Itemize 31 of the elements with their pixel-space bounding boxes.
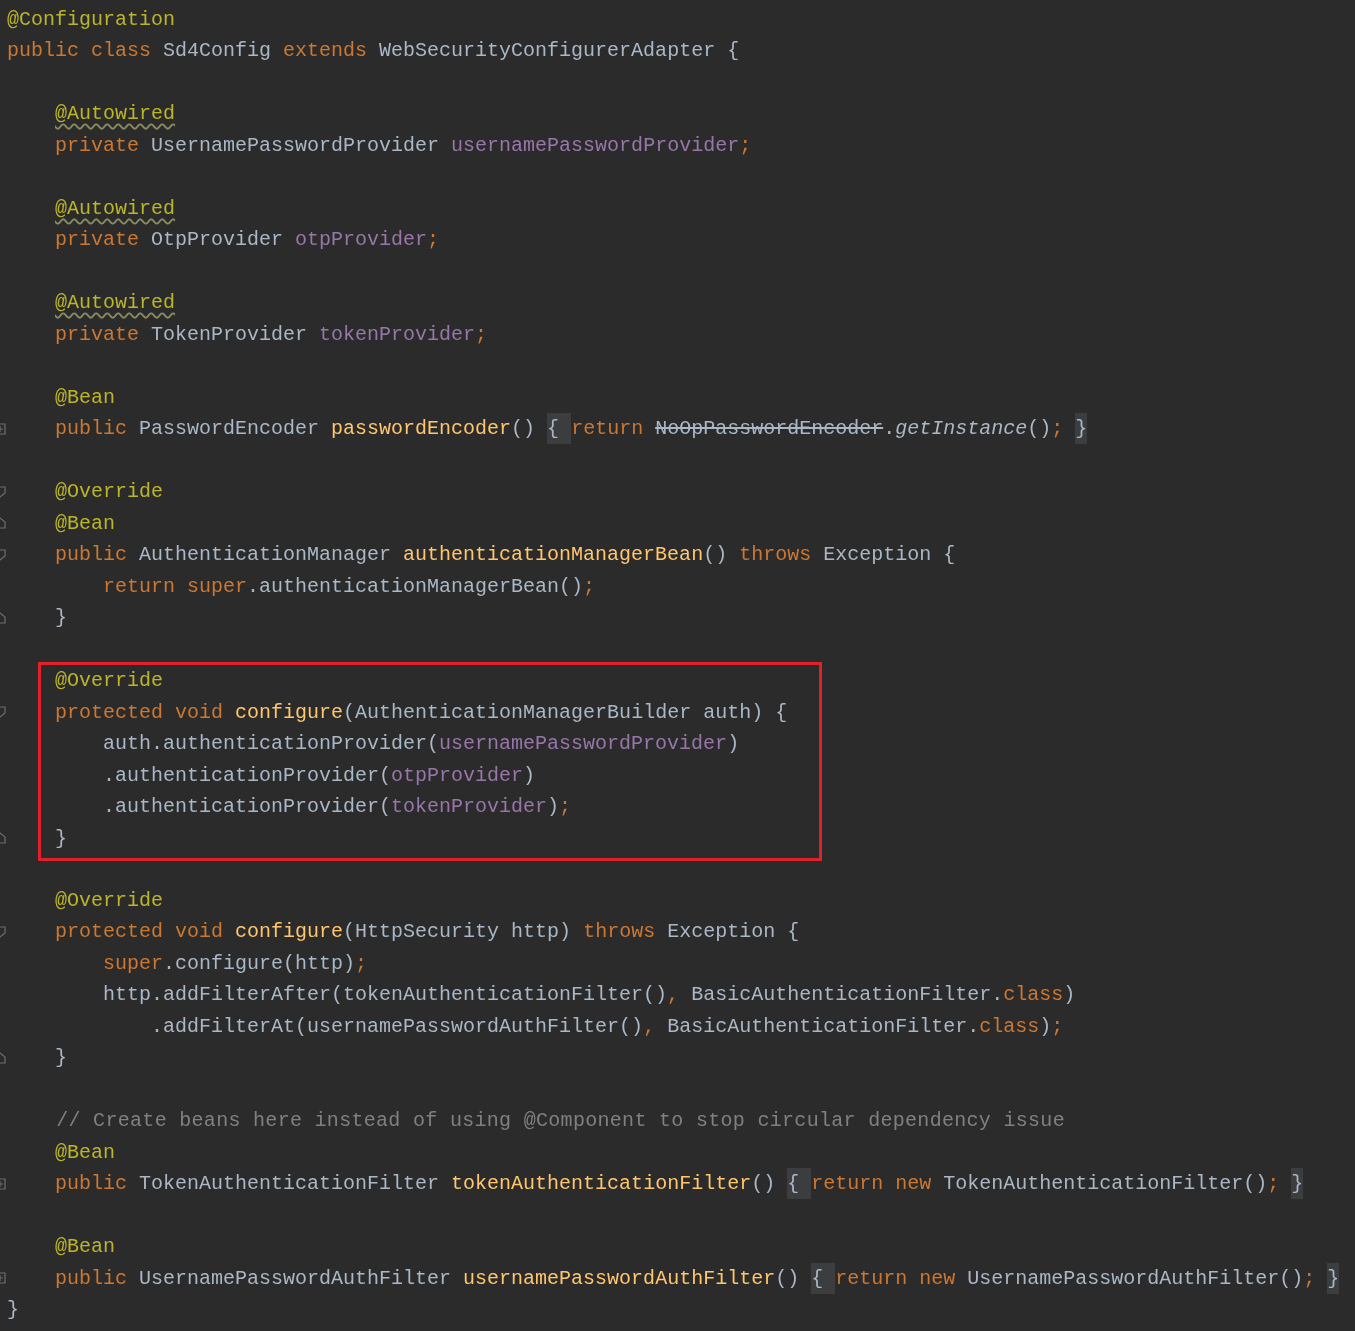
code-line: .authenticationProvider(otpProvider): [102, 763, 536, 788]
code-line: return super.authenticationManagerBean();: [102, 574, 596, 599]
code-line: @Autowired: [54, 196, 176, 221]
code-line: @Override: [54, 888, 164, 913]
code-line: }: [54, 606, 68, 631]
code-line: private OtpProvider otpProvider;: [54, 228, 440, 253]
code-line: @Autowired: [54, 291, 176, 316]
code-line: super.configure(http);: [102, 951, 368, 976]
code-line: auth.authenticationProvider(usernamePasswordProvider): [102, 732, 740, 757]
code-line: private UsernamePasswordProvider usernamePasswordProvider;: [54, 133, 752, 158]
code-line: // Create beans here instead of using @Component to stop circular dependency issue: [55, 1109, 1065, 1134]
code-line: public class Sd4Config extends WebSecurityConfigurerAdapter {: [7, 39, 740, 64]
code-line: private TokenProvider tokenProvider;: [54, 322, 488, 347]
code-line: @Configuration: [7, 7, 176, 32]
code-line: @Bean: [54, 511, 116, 536]
code-line: @Override: [54, 480, 164, 505]
code-line: .addFilterAt(usernamePasswordAuthFilter(), BasicAuthenticationFilter.class);: [150, 1014, 1064, 1039]
code-line: }: [7, 1298, 19, 1323]
code-line: protected void configure(HttpSecurity http) throws Exception {: [54, 920, 800, 945]
code-line: .authenticationProvider(tokenProvider);: [102, 795, 572, 820]
code-line: }: [54, 1046, 68, 1071]
code-line: @Bean: [54, 1235, 116, 1260]
code-line: @Autowired: [54, 102, 176, 127]
code-line: @Bean: [54, 1140, 116, 1165]
code-line: protected void configure(AuthenticationManagerBuilder auth) {: [54, 700, 788, 725]
code-line: public UsernamePasswordAuthFilter usernamePasswordAuthFilter() { return new UsernamePasswordAuthFilter(); }: [7, 1266, 1340, 1291]
code-line: }: [54, 826, 68, 851]
code-line: @Override: [54, 669, 164, 694]
code-line: @Bean: [54, 385, 116, 410]
code-line: http.addFilterAfter(tokenAuthenticationFilter(), BasicAuthenticationFilter.class): [102, 983, 1076, 1008]
code-line: public AuthenticationManager authenticationManagerBean() throws Exception {: [54, 543, 956, 568]
